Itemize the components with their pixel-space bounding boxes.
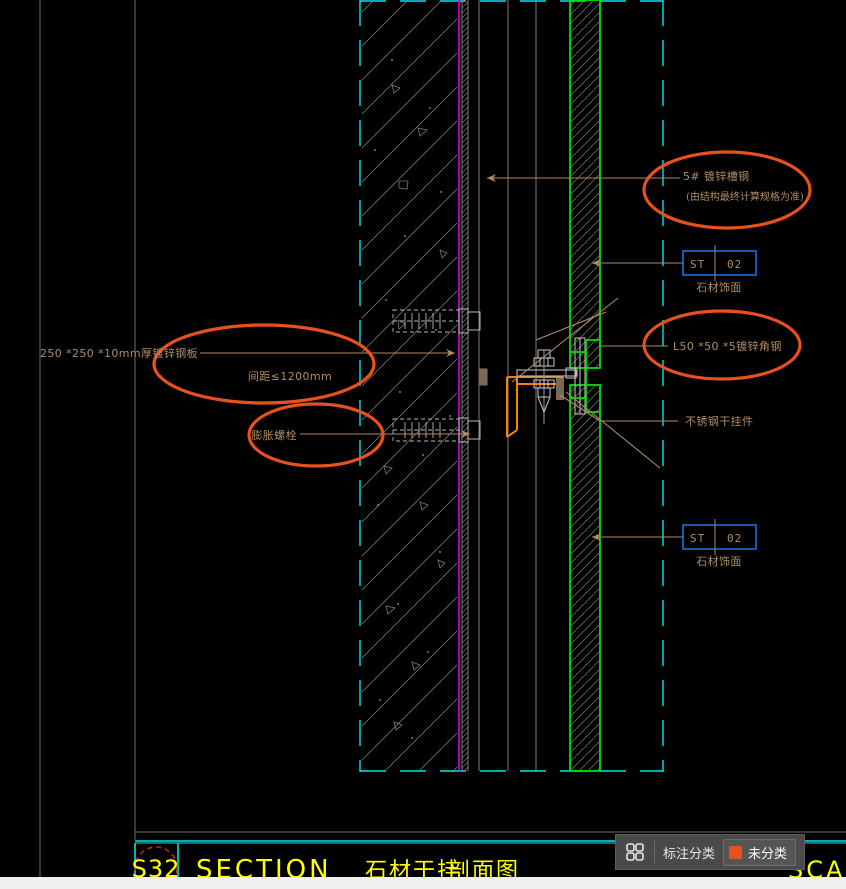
cad-canvas[interactable]: 5# 镀锌槽钢 (由结构最终计算规格为准) 250 *250 *10mm厚镀锌钢… bbox=[0, 0, 846, 889]
annotation-steel-plate-line1: 250 *250 *10mm厚镀锌钢板 bbox=[40, 346, 198, 360]
tag-number: 02 bbox=[727, 532, 742, 545]
annotation-channel-steel-line2: (由结构最终计算规格为准) bbox=[686, 190, 804, 203]
tag-number: 02 bbox=[727, 258, 742, 271]
tag-caption: 石材饰面 bbox=[696, 280, 742, 294]
annotation-toolbar[interactable]: 标注分类 未分类 bbox=[615, 834, 806, 870]
category-color-swatch bbox=[729, 845, 743, 859]
tag-caption: 石材饰面 bbox=[696, 554, 742, 568]
toolbar-divider bbox=[654, 841, 655, 863]
grid-icon[interactable] bbox=[624, 841, 646, 863]
tag-code: ST bbox=[690, 258, 705, 271]
annotation-angle-steel: L50 *50 *5镀锌角钢 bbox=[673, 339, 782, 353]
annotation-steel-plate-line2: 间距≤1200mm bbox=[248, 370, 332, 383]
category-chip-label: 未分类 bbox=[748, 846, 788, 862]
embedded-steel-plate bbox=[478, 368, 488, 386]
category-chip-uncategorized[interactable]: 未分类 bbox=[723, 838, 797, 866]
viewport-bottom-strip bbox=[0, 877, 846, 889]
annotation-expansion-bolt: 膨胀螺栓 bbox=[251, 428, 297, 442]
annotation-channel-steel-line1: 5# 镀锌槽钢 bbox=[683, 169, 750, 183]
concrete-wall bbox=[362, 0, 457, 771]
annotation-category-label: 标注分类 bbox=[663, 846, 716, 862]
annotation-stainless-hanger: 不锈钢干挂件 bbox=[685, 414, 753, 428]
tag-code: ST bbox=[690, 532, 705, 545]
cad-drawing[interactable]: 5# 镀锌槽钢 (由结构最终计算规格为准) 250 *250 *10mm厚镀锌钢… bbox=[0, 0, 846, 889]
